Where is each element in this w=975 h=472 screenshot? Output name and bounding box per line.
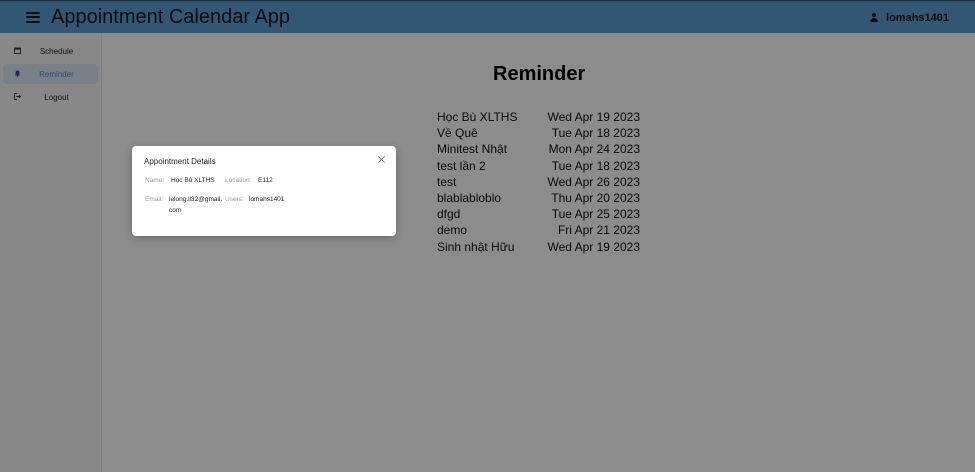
location-field: Location: xyxy=(225,175,251,186)
users-value-wrap: lomahs1401 xyxy=(249,194,284,205)
name-value-wrap: Học Bù XLTHS xyxy=(171,175,215,186)
name-field: Name: xyxy=(145,175,164,186)
name-label: Name: xyxy=(145,177,165,184)
email-value: lelong.ll32@gmail.com xyxy=(169,196,223,214)
users-label: Users: xyxy=(225,196,244,203)
users-value: lomahs1401 xyxy=(249,196,285,203)
users-field: Users: xyxy=(225,194,244,205)
location-label: Location: xyxy=(225,177,252,184)
location-value: E112 xyxy=(258,177,273,184)
email-field: Email: xyxy=(145,194,163,205)
modal-title: Appointment Details xyxy=(144,157,216,166)
name-value: Học Bù XLTHS xyxy=(171,177,215,184)
close-icon[interactable] xyxy=(377,155,386,164)
email-label: Email: xyxy=(145,196,164,203)
location-value-wrap: E112 xyxy=(258,175,273,186)
modal-overlay[interactable] xyxy=(0,0,975,472)
appointment-details-modal: Appointment Details Name: Học Bù XLTHS L… xyxy=(132,146,396,236)
